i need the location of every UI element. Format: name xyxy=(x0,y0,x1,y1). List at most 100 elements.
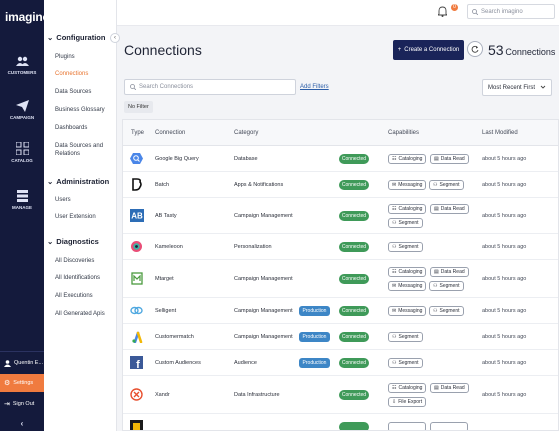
selligent-logo-icon xyxy=(129,303,144,318)
production-badge: Production xyxy=(299,332,330,342)
connection-category: Campaign Management xyxy=(234,213,293,219)
sort-select[interactable]: Most Recent First xyxy=(482,79,552,96)
sidebar-item-users[interactable]: Users xyxy=(55,196,115,204)
table-row[interactable]: Batch Apps & Notifications Connected ✉ Me… xyxy=(123,172,558,198)
capability-chip: ⚇ Segment xyxy=(388,358,423,368)
column-header-connection[interactable]: Connection xyxy=(155,120,185,146)
connections-search-input[interactable]: Search Connections xyxy=(124,79,296,95)
bell-icon[interactable] xyxy=(438,6,447,17)
last-modified: about 5 hours ago xyxy=(482,392,527,398)
collapse-sidebar-button[interactable]: ‹ xyxy=(110,33,120,43)
rail-item-catalog[interactable]: CATALOG xyxy=(0,142,44,163)
connection-name[interactable]: Batch xyxy=(155,182,169,188)
capability-label: Data Read xyxy=(440,206,465,212)
rail-item-campaign[interactable]: CAMPAIGN xyxy=(0,100,44,120)
capability-label: Segment xyxy=(439,283,460,289)
rail-item-customers[interactable]: CUSTOMERS xyxy=(0,56,44,75)
sidebar-group-diagnostics[interactable]: ⌄ Diagnostics xyxy=(47,237,99,246)
table-row[interactable]: Kameleoon Personalization Connected ⚇ Seg… xyxy=(123,234,558,260)
capability-label: Cataloging xyxy=(398,206,423,212)
global-search-input[interactable]: Search imagino xyxy=(467,4,555,19)
table-row[interactable]: AB AB Tasty Campaign Management Connecte… xyxy=(123,198,558,234)
table-row[interactable]: Xandr Data Infrastructure Connected ☷ Cat… xyxy=(123,376,558,414)
create-connection-button[interactable]: + Create a Connection xyxy=(393,40,464,60)
capability-label: File Export xyxy=(398,399,423,405)
sign-out-button[interactable]: ⇥ Sign Out xyxy=(0,395,44,413)
production-badge: Production xyxy=(299,358,330,368)
capability-chip: ⚇ Segment xyxy=(388,218,423,228)
capability-chip: ⚇ Segment xyxy=(388,242,423,252)
table-row[interactable]: Google Big Query Database Connected ☷ Cat… xyxy=(123,146,558,172)
chevron-left-icon: ‹ xyxy=(114,35,116,41)
connection-name[interactable]: Custom Audiences xyxy=(155,360,201,366)
global-search-placeholder: Search imagino xyxy=(481,8,523,15)
bigquery-logo-icon xyxy=(129,151,144,166)
sidebar-item-business-glossary[interactable]: Business Glossary xyxy=(55,106,115,114)
last-modified: about 5 hours ago xyxy=(482,334,527,340)
add-filters-link[interactable]: Add Filters xyxy=(300,84,329,90)
sidebar-item-user-extension[interactable]: User Extension xyxy=(55,213,115,221)
chevron-down-icon: ⌄ xyxy=(47,237,54,246)
sidebar-group-title: Administration xyxy=(56,177,110,186)
capability-label: Data Read xyxy=(440,385,465,391)
connections-search-placeholder: Search Connections xyxy=(139,84,194,90)
connection-name[interactable]: Kameleoon xyxy=(155,244,183,250)
sidebar-item-dashboards[interactable]: Dashboards xyxy=(55,124,115,132)
settings-button[interactable]: ⚙ Settings xyxy=(0,374,44,392)
sidebar-group-configuration[interactable]: ⌄ Configuration xyxy=(47,33,105,42)
sidebar-item-all-generated-apis[interactable]: All Generated Apis xyxy=(55,310,115,318)
sidebar-item-data-sources-relations[interactable]: Data Sources and Relations xyxy=(55,142,115,158)
capability-chip xyxy=(430,422,468,430)
rail-item-manage[interactable]: MANAGE xyxy=(0,189,44,210)
table-row[interactable]: Mtarget Campaign Management Connected ☷ C… xyxy=(123,260,558,298)
column-header-category[interactable]: Category xyxy=(234,120,258,146)
connection-name[interactable]: Mtarget xyxy=(155,276,174,282)
connection-category: Apps & Notifications xyxy=(234,182,284,188)
last-modified: about 5 hours ago xyxy=(482,308,527,314)
batch-logo-icon xyxy=(129,177,144,192)
column-header-last-modified[interactable]: Last Modified xyxy=(482,120,518,146)
table-row[interactable]: Selligent Campaign Management Production… xyxy=(123,298,558,324)
rail-label-customers: CUSTOMERS xyxy=(7,70,37,75)
brand-logo[interactable]: imagino xyxy=(5,10,50,24)
table-row[interactable]: f Custom Audiences Audience Production C… xyxy=(123,350,558,376)
capability-label: Cataloging xyxy=(398,385,423,391)
connection-name[interactable]: Google Big Query xyxy=(155,156,199,162)
capability-chip: ☷ Cataloging xyxy=(388,383,427,393)
capability-label: Cataloging xyxy=(398,156,423,162)
connection-name[interactable]: Xandr xyxy=(155,392,170,398)
svg-text:AB: AB xyxy=(131,212,143,221)
capability-label: Data Read xyxy=(440,156,465,162)
connection-name[interactable]: Selligent xyxy=(155,308,176,314)
sidebar-item-connections[interactable]: Connections xyxy=(55,70,115,78)
sidebar-item-all-identifications[interactable]: All Identifications xyxy=(55,274,115,282)
sidebar-group-administration[interactable]: ⌄ Administration xyxy=(47,177,109,186)
connection-name[interactable]: Customermatch xyxy=(155,334,194,340)
status-badge: Connected xyxy=(339,306,369,316)
connection-category: Audience xyxy=(234,360,257,366)
capability-chip: ⚇ Segment xyxy=(429,180,464,190)
connection-category: Campaign Management xyxy=(234,308,293,314)
sidebar-item-plugins[interactable]: Plugins xyxy=(55,53,115,61)
capability-chip: ▤ Data Read xyxy=(430,204,469,214)
capability-label: Segment xyxy=(398,220,419,226)
collapse-rail-icon[interactable]: ‹ xyxy=(0,419,44,428)
column-header-capabilities: Capabilities xyxy=(388,130,420,136)
sort-selected-value: Most Recent First xyxy=(488,84,536,91)
rail-divider xyxy=(0,351,44,352)
kameleoon-logo-icon xyxy=(129,239,144,254)
table-row[interactable] xyxy=(123,414,558,430)
status-badge: Connected xyxy=(339,180,369,190)
grid-icon xyxy=(15,142,29,155)
svg-text:f: f xyxy=(136,359,140,369)
connection-name[interactable]: AB Tasty xyxy=(155,213,177,219)
sidebar-item-all-discoveries[interactable]: All Discoveries xyxy=(55,257,115,265)
sidebar-item-all-executions[interactable]: All Executions xyxy=(55,292,115,300)
sidebar-item-data-sources[interactable]: Data Sources xyxy=(55,88,115,96)
table-row[interactable]: Customermatch Campaign Management Produc… xyxy=(123,324,558,350)
cataloging-icon: ☷ xyxy=(392,206,397,212)
last-modified: about 5 hours ago xyxy=(482,182,527,188)
refresh-button[interactable] xyxy=(467,41,483,57)
user-menu[interactable]: Quentin E... xyxy=(0,354,44,372)
main-rail: imagino CUSTOMERS CAMPAIGN CATALOG MANAG… xyxy=(0,0,50,431)
